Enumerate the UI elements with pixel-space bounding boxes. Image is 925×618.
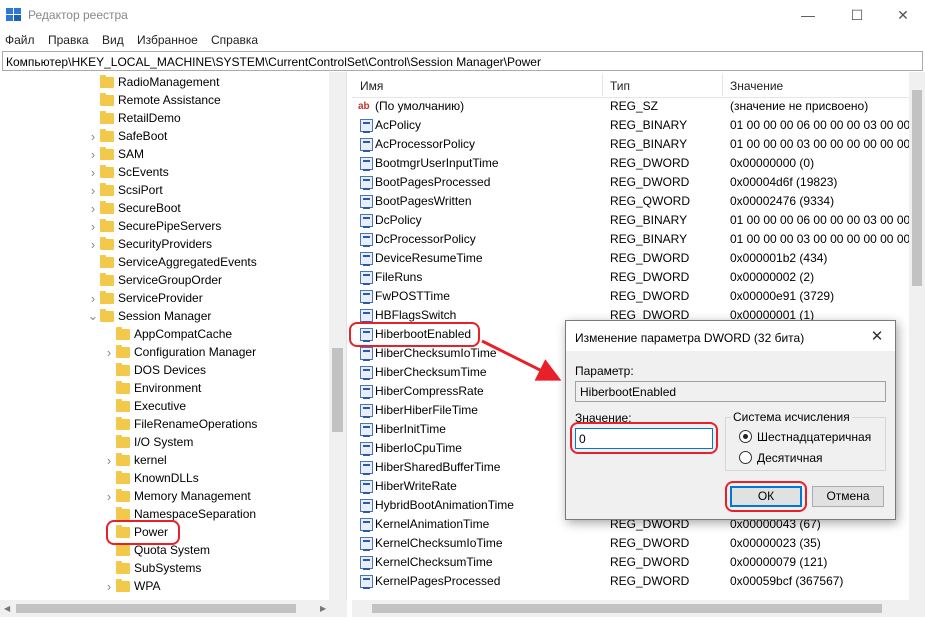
arrow-to-dialog [481,339,562,381]
param-name-field: HiberbootEnabled [575,381,886,402]
base-groupbox-title: Система исчисления [731,410,852,424]
highlight-ok-button [725,481,807,512]
radio-decimal[interactable] [739,451,752,464]
highlight-value-input [570,422,718,454]
radio-hex[interactable] [739,430,752,443]
param-label: Параметр: [575,364,634,378]
edit-dword-dialog: Изменение параметра DWORD (32 бита) ✕ Па… [565,320,896,520]
dialog-close-icon[interactable]: ✕ [865,327,889,347]
dialog-title: Изменение параметра DWORD (32 бита) [575,331,805,345]
param-name-value: HiberbootEnabled [580,385,677,399]
annotation-arrows [481,339,731,509]
radio-decimal-label[interactable]: Десятичная [757,451,823,465]
dialog-title-bar: Изменение параметра DWORD (32 бита) ✕ [566,321,895,351]
radio-hex-label[interactable]: Шестнадцатеричная [757,430,871,444]
cancel-button[interactable]: Отмена [812,486,884,507]
